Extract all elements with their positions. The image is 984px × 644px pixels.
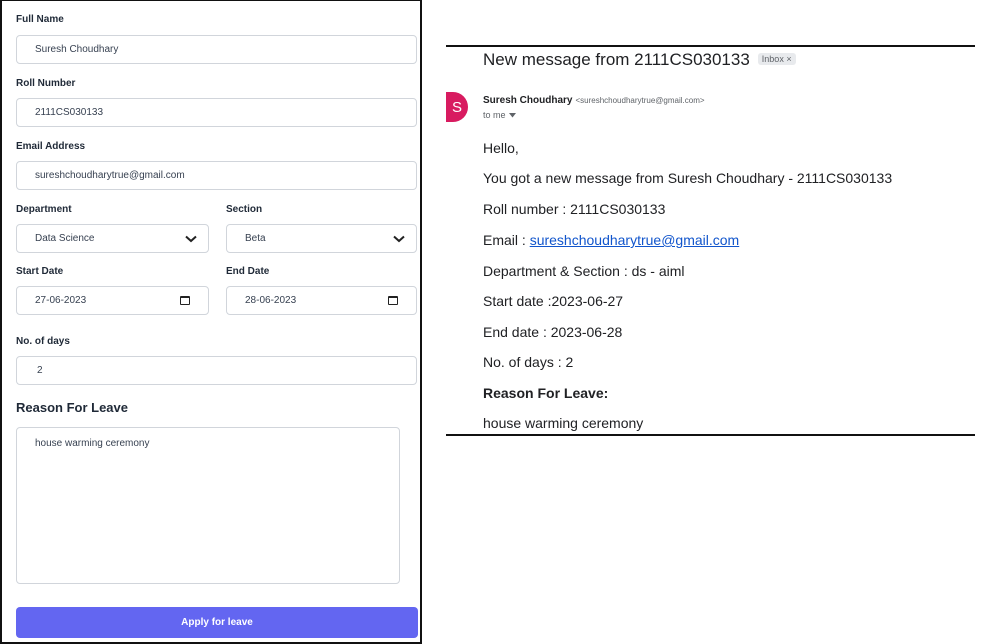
recipient-details-toggle[interactable]: to me (483, 110, 516, 120)
to-me-text: to me (483, 110, 506, 120)
start-date-input[interactable]: 27-06-2023 (16, 286, 209, 315)
email-subject: New message from 2111CS030133 Inbox × (483, 50, 796, 70)
start-date-label: Start Date (16, 266, 64, 277)
days-value: 2 (37, 365, 43, 376)
email-link[interactable]: sureshchoudharytrue@gmail.com (530, 232, 740, 248)
reason-value: house warming ceremony (35, 438, 150, 449)
email-greeting: Hello, (483, 140, 519, 156)
inbox-label-chip[interactable]: Inbox × (757, 53, 796, 65)
chevron-down-icon (184, 234, 198, 244)
section-label: Section (226, 204, 263, 215)
full-name-label: Full Name (16, 14, 64, 25)
section-select[interactable]: Beta (226, 224, 417, 253)
email-prefix: Email : (483, 232, 530, 248)
days-label: No. of days (16, 336, 70, 347)
reason-heading: Reason For Leave (16, 400, 128, 415)
avatar: S (446, 92, 468, 122)
email-end-date: End date : 2023-06-28 (483, 324, 623, 340)
end-date-value: 28-06-2023 (245, 295, 297, 306)
email-reason: house warming ceremony (483, 415, 644, 431)
email-label: Email Address (16, 141, 86, 152)
end-date-input[interactable]: 28-06-2023 (226, 286, 417, 315)
apply-for-leave-button[interactable]: Apply for leave (16, 607, 418, 638)
department-label: Department (16, 204, 72, 215)
email-dept-section: Department & Section : ds - aiml (483, 263, 685, 279)
email-days: No. of days : 2 (483, 354, 574, 370)
start-date-value: 27-06-2023 (35, 295, 87, 306)
end-date-label: End Date (226, 266, 270, 277)
department-value: Data Science (35, 233, 95, 244)
email-reason-heading: Reason For Leave: (483, 385, 609, 401)
divider-bottom (446, 434, 975, 436)
calendar-icon[interactable] (180, 296, 190, 305)
roll-number-value: 2111CS030133 (35, 107, 104, 118)
days-input[interactable]: 2 (16, 356, 417, 385)
caret-down-icon (508, 110, 516, 120)
email-input[interactable]: sureshchoudharytrue@gmail.com (16, 161, 417, 190)
roll-number-input[interactable]: 2111CS030133 (16, 98, 417, 127)
email-roll: Roll number : 2111CS030133 (483, 201, 666, 217)
email-value: sureshchoudharytrue@gmail.com (35, 170, 185, 181)
email-start-date: Start date :2023-06-27 (483, 293, 624, 309)
sender-name: Suresh Choudhary (483, 95, 573, 106)
full-name-input[interactable]: Suresh Choudhary (16, 35, 417, 64)
leave-form: Full Name Suresh Choudhary Roll Number 2… (0, 0, 422, 644)
chevron-down-icon (392, 234, 406, 244)
email-address-line: Email : sureshchoudharytrue@gmail.com (483, 232, 739, 248)
subject-text: New message from 2111CS030133 (483, 50, 750, 69)
sender-line: Suresh Choudhary <sureshchoudharytrue@gma… (483, 95, 705, 106)
email-intro: You got a new message from Suresh Choudh… (483, 170, 893, 186)
section-value: Beta (245, 233, 266, 244)
calendar-icon[interactable] (388, 296, 398, 305)
reason-textarea[interactable]: house warming ceremony (16, 427, 400, 584)
full-name-value: Suresh Choudhary (35, 44, 119, 55)
department-select[interactable]: Data Science (16, 224, 209, 253)
sender-email: <sureshchoudharytrue@gmail.com> (575, 96, 705, 105)
roll-number-label: Roll Number (16, 78, 76, 89)
divider-top (446, 45, 975, 47)
